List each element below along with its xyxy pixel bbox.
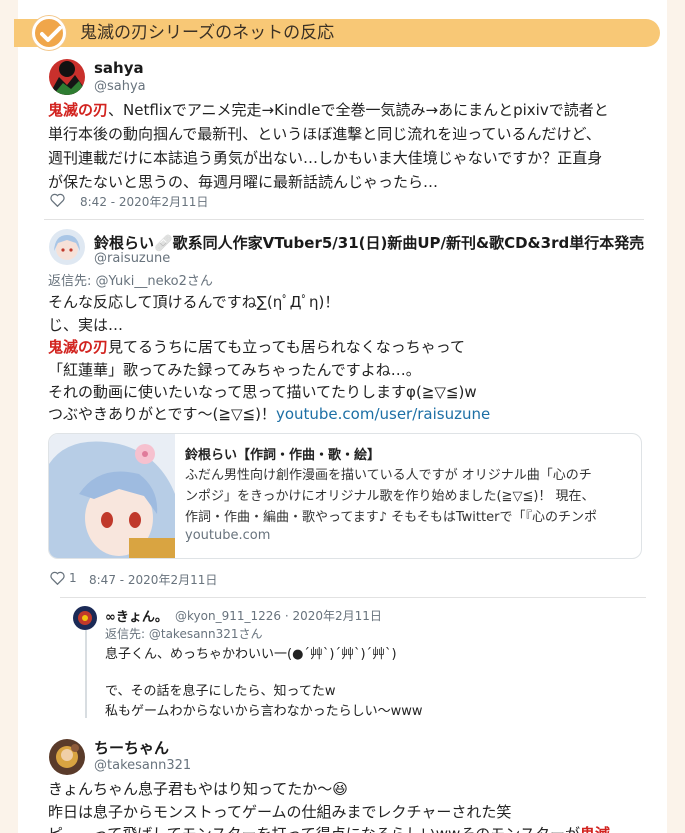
link-card[interactable]: 鈴根らい【作詞・作曲・歌・絵】 ふだん男性向け創作漫画を描いている人ですが オリ… [48, 433, 642, 559]
youtube-link[interactable]: youtube.com/user/raisuzune [276, 405, 490, 423]
reply-to[interactable]: 返信先: @Yuki__neko2さん [48, 270, 213, 289]
author-name[interactable]: ∞きょん。 [105, 606, 168, 625]
reply-to[interactable]: 返信先: @takesann321さん [105, 625, 263, 642]
tweet-text-line: 息子くん、めっちゃかわいい一(●´艸`)´艸`)´艸`) [105, 647, 397, 662]
tweet-text-line: が保たないと思うの、毎週月曜に最新話読んじゃったら… [48, 173, 439, 191]
keyword-highlight: 鬼滅 [580, 825, 610, 833]
keyword-highlight: 鬼滅の刃 [48, 101, 109, 119]
author-handle[interactable]: @takesann321 [94, 758, 191, 773]
card-description-line: ンポジ」をきっかけにオリジナル歌を作り始めました(≧▽≦)！ 現在、 [185, 489, 595, 504]
tweet-text-line: 単行本後の動向掴んで最新刊、というほぼ進撃と同じ流れを辿っているんだけど、 [48, 125, 601, 143]
text-span: つぶやきありがとです〜(≧▽≦)！ [48, 405, 276, 423]
tweet-text-line: 昨日は息子からモンストってゲームの仕組みまでレクチャーされた笑 [48, 803, 512, 821]
text-span: 見てるうちに居ても立っても居られなくなっちゃって [108, 338, 466, 356]
author-handle[interactable]: @sahya [94, 79, 146, 94]
tweet-text-line: 鬼滅の刃見てるうちに居ても立っても居られなくなっちゃって [48, 335, 465, 359]
tweet-text-line: で、その話を息子にしたら、知ってたw [105, 684, 336, 699]
card-description-line: 作詞・作曲・編曲・歌やってます♪ そもそもはTwitterで「『心のチンポ [185, 510, 597, 525]
author-name[interactable]: 鈴根らい🩹歌系同人作家VTuber5/31(日)新曲UP/新刊&歌CD&3rd単… [94, 232, 644, 253]
check-icon [32, 16, 66, 50]
section-heading: 鬼滅の刃シリーズのネットの反応 [14, 19, 660, 47]
divider [60, 597, 646, 598]
author-handle[interactable]: @kyon_911_1226 · 2020年2月11日 [175, 607, 382, 624]
tweet-timestamp[interactable]: 8:47 - 2020年2月11日 [89, 571, 217, 588]
keyword-highlight: 鬼滅の刃 [48, 338, 109, 356]
tweet-text-line: 週刊連載だけに本誌追う勇気が出ない…しかもいま大佳境じゃないですか？正直身 [48, 149, 603, 167]
tweet-text-line: 私もゲームわからないから言わなかったらしい〜www [105, 704, 423, 719]
tweet-text-line: ピ……って飛ばしてモンスターを打って得点になるらしいwwそのモンスターが鬼滅 [48, 822, 610, 833]
author-name[interactable]: sahya [94, 59, 144, 77]
heart-icon[interactable] [50, 193, 65, 207]
avatar[interactable] [49, 59, 85, 95]
card-domain: youtube.com [185, 528, 271, 543]
author-handle[interactable]: @raisuzune [94, 251, 170, 266]
text-span: ピ……って飛ばしてモンスターを打って得点になるらしいwwそのモンスターが [48, 825, 580, 833]
text-span: 、Netflixでアニメ完走→Kindleで全巻一気読み→あにまんとpixivで… [108, 101, 609, 119]
card-thumbnail [49, 434, 175, 558]
card-description-line: ふだん男性向け創作漫画を描いている人ですが オリジナル曲「心のチ [185, 468, 592, 483]
tweet-timestamp[interactable]: 8:42 - 2020年2月11日 [80, 193, 208, 210]
like-count: 1 [69, 571, 77, 585]
avatar[interactable] [49, 229, 85, 265]
author-name[interactable]: ちーちゃん [94, 737, 169, 758]
avatar[interactable] [49, 739, 85, 775]
thread-line [85, 630, 87, 718]
heart-icon[interactable] [50, 571, 65, 585]
divider [44, 219, 644, 220]
tweet-text-line: きょんちゃん息子君もやはり知ってたか〜😆 [48, 780, 348, 798]
tweet-text-line: 「紅蓮華」歌ってみた録ってみちゃったんですよね…。 [48, 361, 421, 379]
avatar[interactable] [73, 606, 97, 630]
card-title: 鈴根らい【作詞・作曲・歌・絵】 [185, 448, 381, 463]
tweet-text-line: それの動画に使いたいなって思って描いてたりしますφ(≧▽≦)w [48, 383, 477, 401]
tweet-text-line: つぶやきありがとです〜(≧▽≦)！youtube.com/user/raisuz… [48, 402, 490, 426]
tweet-text-line: 鬼滅の刃、Netflixでアニメ完走→Kindleで全巻一気読み→あにまんとpi… [48, 98, 609, 122]
tweet-text-line: そんな反応して頂けるんですね∑(ηﾟДﾟη)！ [48, 293, 340, 311]
section-title: 鬼滅の刃シリーズのネットの反応 [80, 23, 335, 43]
tweet-text-line: じ、実は… [48, 316, 124, 334]
